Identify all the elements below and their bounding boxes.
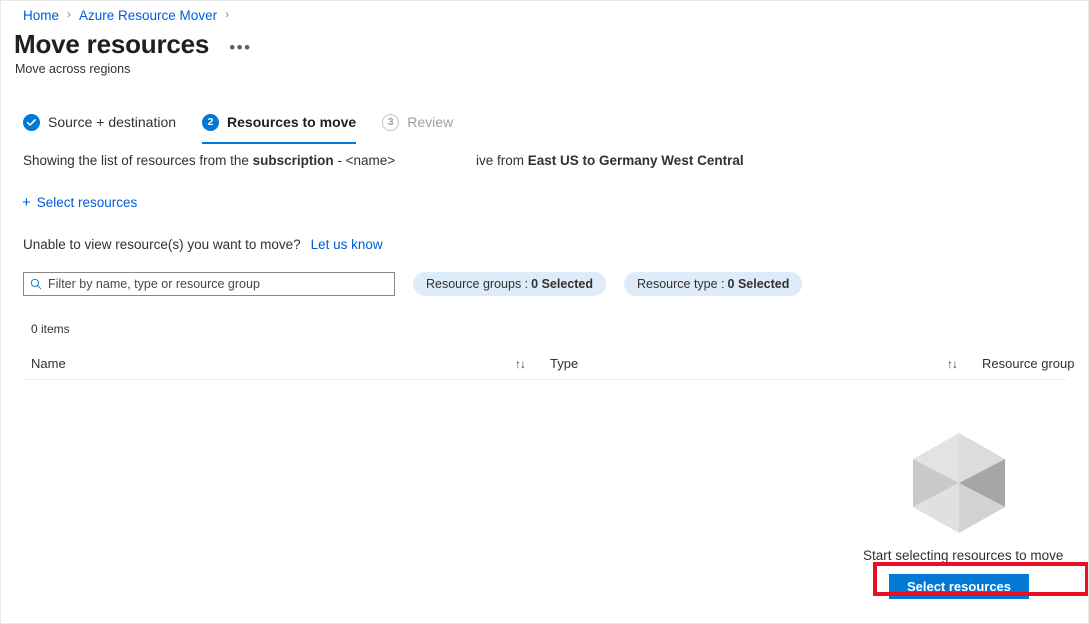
unable-to-view-notice: Unable to view resource(s) you want to m… <box>23 237 383 252</box>
breadcrumb-separator-icon: › <box>67 7 72 21</box>
column-header-type[interactable]: Type <box>550 353 578 375</box>
wizard-stepper: Source + destination 2 Resources to move… <box>23 109 479 144</box>
select-resources-button[interactable]: Select resources <box>889 574 1029 599</box>
breadcrumb-item-home[interactable]: Home <box>23 8 59 23</box>
let-us-know-link[interactable]: Let us know <box>311 237 383 252</box>
description-bold-subscription: subscription <box>252 153 334 168</box>
filter-pill-resource-groups-value: 0 Selected <box>531 277 593 291</box>
filter-pill-resource-type-label: Resource type : <box>636 277 725 291</box>
column-header-resource-group[interactable]: Resource group <box>982 353 1075 375</box>
unable-to-view-text: Unable to view resource(s) you want to m… <box>23 237 301 252</box>
column-header-name[interactable]: Name <box>31 353 66 375</box>
page-title: Move resources <box>14 29 210 59</box>
empty-state-message: Start selecting resources to move <box>863 548 1064 563</box>
filters-row: Resource groups :0 Selected Resource typ… <box>23 272 803 296</box>
step-source-destination[interactable]: Source + destination <box>23 109 176 135</box>
cube-icon <box>909 431 1010 535</box>
filter-pill-resource-type[interactable]: Resource type :0 Selected <box>623 272 803 296</box>
filter-pill-resource-groups-label: Resource groups : <box>426 277 529 291</box>
filter-pill-resource-type-value: 0 Selected <box>727 277 790 291</box>
breadcrumb-separator-icon-2: › <box>225 7 230 21</box>
step-complete-check-icon <box>23 113 40 131</box>
title-row: Move resources ••• <box>14 29 252 59</box>
description-suffix: - <name> <box>333 153 396 168</box>
step-resources-to-move[interactable]: 2 Resources to move <box>202 109 357 144</box>
search-icon <box>30 278 42 290</box>
step-number-3-icon: 3 <box>382 113 400 131</box>
step-label-review: Review <box>407 114 454 130</box>
sort-icon-type[interactable]: ↑↓ <box>947 353 958 375</box>
breadcrumb: Home › Azure Resource Mover › <box>23 5 237 25</box>
step-label-resources-to-move: Resources to move <box>227 114 357 130</box>
plus-icon: + <box>22 193 31 211</box>
step-label-source-destination: Source + destination <box>48 114 177 130</box>
region-description-bold: East US to Germany West Central <box>527 153 744 168</box>
search-box[interactable] <box>23 272 395 296</box>
select-resources-command[interactable]: + Select resources <box>22 193 138 211</box>
step-number-2-icon: 2 <box>202 113 220 131</box>
sort-icon-name[interactable]: ↑↓ <box>515 353 526 375</box>
region-move-description: ive from East US to Germany West Central <box>476 153 744 168</box>
item-count: 0 items <box>31 322 70 336</box>
select-resources-command-label: Select resources <box>36 195 138 210</box>
more-options-icon[interactable]: ••• <box>229 39 251 56</box>
page-subtitle: Move across regions <box>15 62 131 76</box>
filter-pill-resource-groups[interactable]: Resource groups :0 Selected <box>413 272 606 296</box>
step-active-underline <box>202 142 357 144</box>
breadcrumb-item-azure-resource-mover[interactable]: Azure Resource Mover <box>79 8 217 23</box>
step-review[interactable]: 3 Review <box>382 109 453 135</box>
empty-state: Start selecting resources to move Select… <box>863 431 1064 599</box>
description-prefix: Showing the list of resources from the <box>23 153 253 168</box>
search-input[interactable] <box>48 277 388 291</box>
region-description-prefix: ive from <box>476 153 528 168</box>
azure-portal-blade: Home › Azure Resource Mover › Move resou… <box>0 0 1089 624</box>
resources-table-header: Name ↑↓ Type ↑↓ Resource group <box>23 353 1075 380</box>
